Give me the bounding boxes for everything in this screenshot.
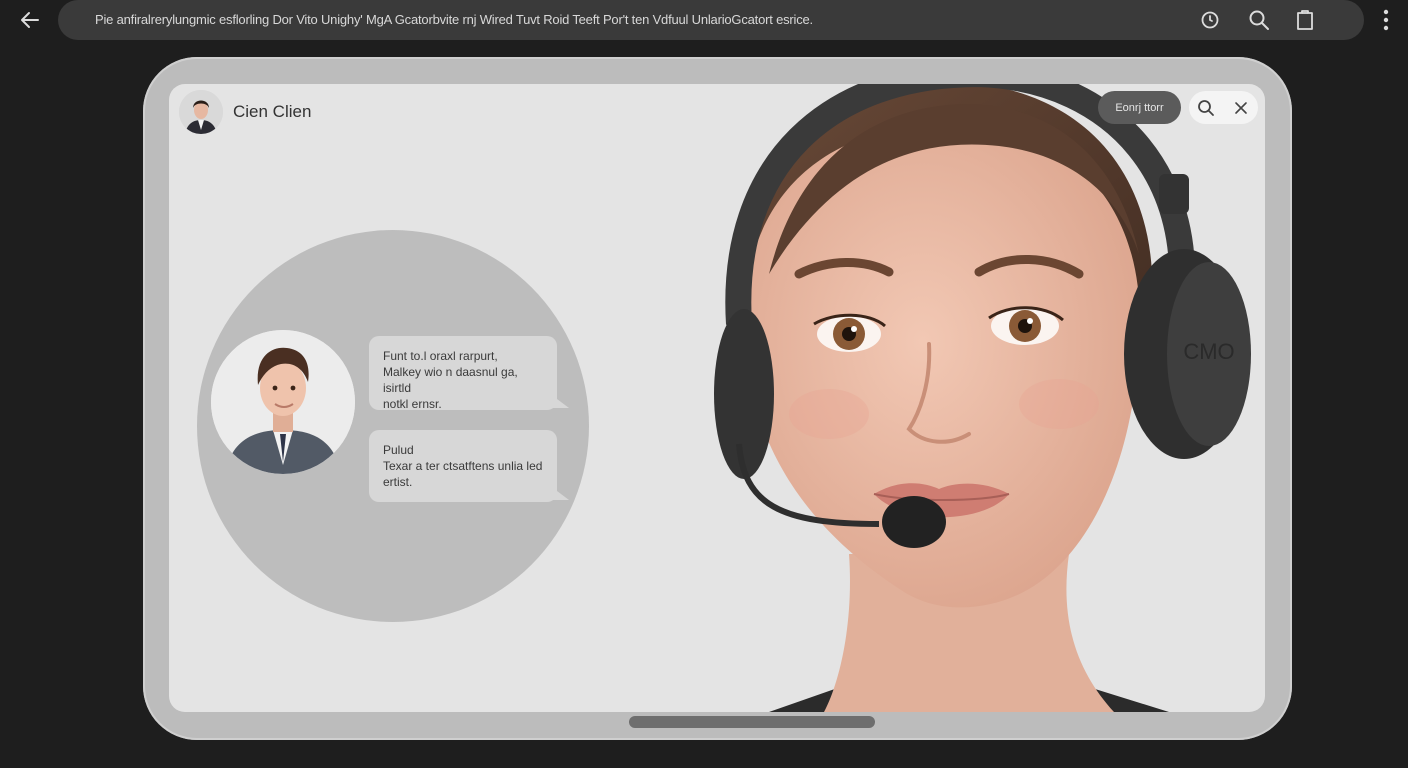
message-1-line-1: Funt to.l oraxl rarpurt, bbox=[383, 349, 498, 363]
tablet-device: CMO Cien Clien Eonrj ttorr Funt to.l ora… bbox=[143, 57, 1292, 740]
avatar[interactable] bbox=[179, 90, 223, 134]
message-1-line-3: notkl ernsr. bbox=[383, 397, 442, 411]
bubble-tail bbox=[553, 396, 569, 408]
contact-avatar-icon bbox=[179, 90, 223, 134]
man-portrait-icon bbox=[211, 330, 355, 474]
chat-search-button[interactable] bbox=[1194, 96, 1218, 120]
chat-header: Cien Clien bbox=[179, 90, 311, 134]
message-2-line-2: Texar a ter ctsatftens unlia led bbox=[383, 459, 543, 473]
more-vert-icon bbox=[1383, 9, 1389, 31]
end-chat-button[interactable]: Eonrj ttorr bbox=[1098, 91, 1181, 124]
contact-name: Cien Clien bbox=[233, 102, 312, 121]
back-button[interactable] bbox=[14, 6, 46, 34]
message-1-line-2: Malkey wio n daasnul ga, isirtld bbox=[383, 365, 518, 395]
message-2-line-1: Pulud bbox=[383, 443, 414, 457]
user-avatar bbox=[211, 330, 355, 474]
headset-logo: CMO bbox=[1183, 339, 1234, 364]
more-menu-button[interactable] bbox=[1374, 6, 1398, 34]
back-arrow-icon bbox=[21, 12, 39, 28]
bookmark-button[interactable] bbox=[1293, 8, 1317, 32]
message-2-line-3: ertist. bbox=[383, 475, 413, 489]
search-icon bbox=[1198, 99, 1215, 116]
bubble-tail bbox=[553, 488, 569, 500]
clock-icon bbox=[1201, 11, 1219, 29]
close-icon bbox=[1234, 101, 1247, 114]
history-button[interactable] bbox=[1198, 8, 1222, 32]
message-bubble-2: Pulud Texar a ter ctsatftens unlia led e… bbox=[369, 430, 569, 502]
address-bar[interactable]: Pie anfiralrerylungmic esflorling Dor Vi… bbox=[58, 0, 1364, 40]
browser-toolbar: Pie anfiralrerylungmic esflorling Dor Vi… bbox=[0, 0, 1408, 40]
home-indicator[interactable] bbox=[629, 716, 875, 728]
conversation-panel: Funt to.l oraxl rarpurt, Malkey wio n da… bbox=[197, 230, 589, 622]
tablet-screen: CMO Cien Clien Eonrj ttorr Funt to.l ora… bbox=[169, 84, 1265, 712]
bookmark-icon bbox=[1297, 10, 1313, 30]
virtual-agent-illustration: CMO bbox=[714, 84, 1251, 712]
search-icon bbox=[1249, 10, 1269, 30]
search-close-controls bbox=[1189, 91, 1258, 124]
address-text: Pie anfiralrerylungmic esflorling Dor Vi… bbox=[95, 12, 813, 27]
message-bubble-1: Funt to.l oraxl rarpurt, Malkey wio n da… bbox=[369, 336, 569, 411]
search-button[interactable] bbox=[1247, 8, 1271, 32]
close-button[interactable] bbox=[1229, 96, 1253, 120]
